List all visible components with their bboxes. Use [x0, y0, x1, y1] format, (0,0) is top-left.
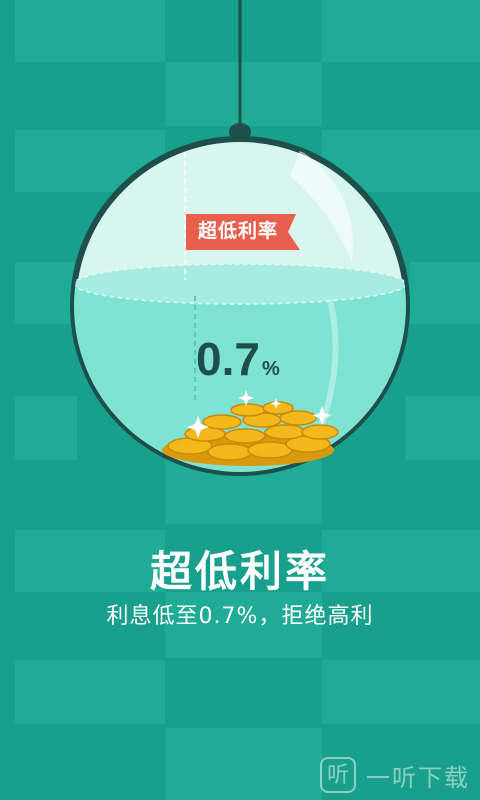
coin-icon: [207, 443, 253, 461]
page-subtitle: 利息低至0.7%，拒绝高利: [106, 604, 374, 629]
watermark: 听 一听下载: [320, 756, 476, 794]
flag-label: 超低利率: [197, 220, 278, 242]
coin-icon: [224, 428, 266, 444]
watermark-text: 一听下载: [366, 763, 470, 792]
coin-icon: [264, 424, 306, 440]
rate-display: 0.7%: [196, 332, 316, 386]
fishbowl-illustration: [70, 0, 410, 476]
coin-icon: [230, 403, 266, 417]
rate-value: 0.7: [196, 333, 260, 385]
page-title: 超低利率: [149, 547, 330, 596]
watermark-logo-icon: 听: [320, 757, 356, 793]
coin-icon: [301, 424, 339, 440]
rate-unit: %: [261, 358, 280, 380]
